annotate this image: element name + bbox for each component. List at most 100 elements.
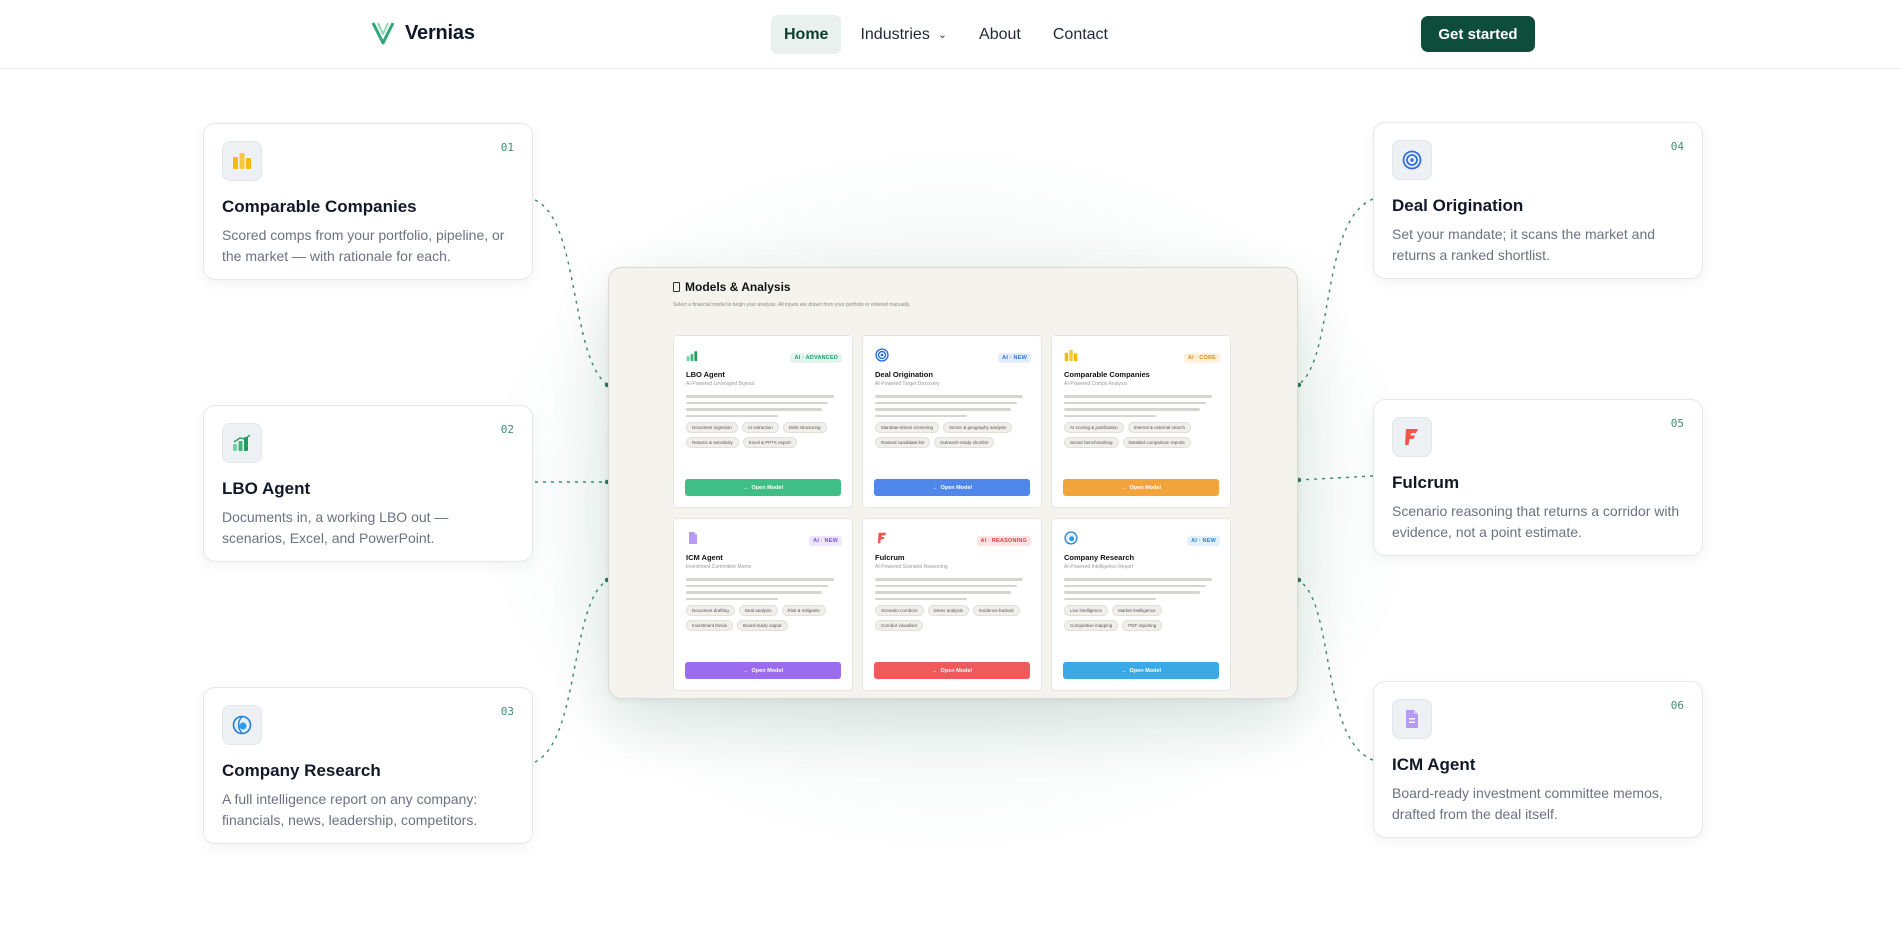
- model-subtitle: Investment Committee Memo: [686, 564, 752, 570]
- feature-title: LBO Agent: [222, 479, 311, 498]
- models-subtitle: Select a financial model to begin your a…: [673, 302, 911, 308]
- feature-number: 05: [1670, 417, 1684, 430]
- open-model-label: Open Model: [940, 667, 972, 674]
- calculator-icon: [673, 282, 680, 292]
- open-model-button[interactable]: → Open Model: [685, 479, 841, 496]
- open-model-button[interactable]: → Open Model: [685, 662, 841, 679]
- feature-card-company-research[interactable]: 03 Company Research A full intelligence …: [203, 687, 533, 844]
- model-badge: AI · NEW: [998, 353, 1031, 363]
- model-tag: Outreach-ready shortlist: [934, 437, 995, 448]
- model-card-company-research[interactable]: AI · NEW Company Research AI-Powered Int…: [1051, 518, 1231, 691]
- document-icon: [686, 531, 700, 545]
- feature-title: Company Research: [222, 761, 381, 780]
- model-tag: Document ingestion: [686, 422, 738, 433]
- feature-card-lbo-agent[interactable]: 02 LBO Agent Documents in, a working LBO…: [203, 405, 533, 562]
- model-tag: Debt structuring: [782, 422, 827, 433]
- feature-card-fulcrum[interactable]: 05 Fulcrum Scenario reasoning that retur…: [1373, 399, 1703, 556]
- model-card-fulcrum[interactable]: AI · REASONING Fulcrum AI-Powered Scenar…: [862, 518, 1042, 691]
- feature-title: Fulcrum: [1392, 473, 1460, 492]
- model-badge: AI · NEW: [1187, 536, 1220, 546]
- bar-chart-icon: [1064, 348, 1078, 362]
- model-title: Fulcrum: [875, 553, 905, 562]
- model-tag: Competitive mapping: [1064, 620, 1119, 631]
- open-model-button[interactable]: → Open Model: [874, 479, 1030, 496]
- feature-title: Deal Origination: [1392, 196, 1524, 215]
- model-badge: AI · CORE: [1183, 353, 1220, 363]
- model-title: LBO Agent: [686, 370, 725, 379]
- model-tag: PDF reporting: [1122, 620, 1163, 631]
- model-title: ICM Agent: [686, 553, 723, 562]
- fulcrum-logo-icon: [875, 531, 889, 545]
- open-model-button[interactable]: → Open Model: [1063, 662, 1219, 679]
- open-model-button[interactable]: → Open Model: [1063, 479, 1219, 496]
- model-subtitle: AI-Powered Intelligence Report: [1064, 564, 1134, 570]
- arrow-right-icon: →: [1121, 667, 1127, 674]
- models-heading: Models & Analysis: [673, 280, 791, 294]
- model-card-icm-agent[interactable]: AI · NEW ICM Agent Investment Committee …: [673, 518, 853, 691]
- model-title: Comparable Companies: [1064, 370, 1150, 379]
- model-description-lines: [1064, 578, 1218, 600]
- bar-chart-icon: [222, 141, 262, 181]
- model-description-lines: [875, 395, 1029, 417]
- feature-number: 01: [500, 141, 514, 154]
- model-tags: Document drafting Deal analysis Risk & mit…: [686, 605, 840, 631]
- model-title: Company Research: [1064, 553, 1135, 562]
- model-tags: AI scoring & justification Internal & ext…: [1064, 422, 1218, 448]
- model-tag: Deal analysis: [738, 605, 778, 616]
- model-title: Deal Origination: [875, 370, 933, 379]
- arrow-right-icon: →: [1121, 484, 1127, 491]
- model-tag: Board-ready output: [737, 620, 788, 631]
- model-badge: AI · NEW: [809, 536, 842, 546]
- model-tag: Sector & geography analysis: [943, 422, 1013, 433]
- feature-card-comparable-companies[interactable]: 01 Comparable Companies Scored comps fro…: [203, 123, 533, 280]
- model-tag: Excel & PPTX export: [742, 437, 797, 448]
- model-badge: AI · REASONING: [976, 536, 1031, 546]
- models-heading-text: Models & Analysis: [685, 280, 791, 294]
- document-icon: [1392, 699, 1432, 739]
- feature-description: Scenario reasoning that returns a corrid…: [1392, 503, 1680, 540]
- model-description-lines: [686, 395, 840, 417]
- feature-number: 03: [500, 705, 514, 718]
- model-subtitle: AI-Powered Scenario Reasoning: [875, 564, 948, 570]
- feature-description: Board-ready investment committee memos, …: [1392, 785, 1663, 822]
- model-tag: Driver analysis: [927, 605, 970, 616]
- model-card-deal-origination[interactable]: AI · NEW Deal Origination AI-Powered Tar…: [862, 335, 1042, 508]
- model-card-grid: AI · ADVANCED LBO Agent AI-Powered Lever…: [673, 335, 1232, 691]
- model-tag: AI scoring & justification: [1064, 422, 1124, 433]
- growth-chart-icon: [686, 348, 700, 362]
- feature-description: Documents in, a working LBO out — scenar…: [222, 509, 449, 546]
- feature-card-icm-agent[interactable]: 06 ICM Agent Board-ready investment comm…: [1373, 681, 1703, 838]
- model-tag: Detailed comparison reports: [1122, 437, 1191, 448]
- open-model-label: Open Model: [751, 667, 783, 674]
- feature-description: Scored comps from your portfolio, pipeli…: [222, 227, 505, 264]
- model-tags: Mandate-driven screening Sector & geograp…: [875, 422, 1029, 448]
- app-screenshot-preview: Models & Analysis Select a financial mod…: [608, 267, 1298, 699]
- model-tag: Evidence-backed: [973, 605, 1020, 616]
- open-model-label: Open Model: [1129, 667, 1161, 674]
- model-tag: Investment thesis: [686, 620, 734, 631]
- model-description-lines: [1064, 395, 1218, 417]
- model-tag: Scenario corridors: [875, 605, 924, 616]
- model-card-comparable-companies[interactable]: AI · CORE Comparable Companies AI-Powere…: [1051, 335, 1231, 508]
- feature-number: 04: [1670, 140, 1684, 153]
- model-tag: AI extraction: [741, 422, 779, 433]
- model-tag: Corridor visualiser: [875, 620, 924, 631]
- model-tag: Live intelligence: [1064, 605, 1109, 616]
- model-tags: Scenario corridors Driver analysis Evidenc…: [875, 605, 1029, 631]
- model-badge: AI · ADVANCED: [790, 353, 842, 363]
- feature-number: 02: [500, 423, 514, 436]
- feature-title: ICM Agent: [1392, 755, 1476, 774]
- arrow-right-icon: →: [932, 667, 938, 674]
- feature-description: A full intelligence report on any compan…: [222, 791, 478, 828]
- feature-description: Set your mandate; it scans the market an…: [1392, 226, 1656, 263]
- model-tag: Market intelligence: [1112, 605, 1162, 616]
- model-tag: Returns & sensitivity: [686, 437, 739, 448]
- model-tag: Risk & mitigants: [781, 605, 826, 616]
- feature-number: 06: [1670, 699, 1684, 712]
- fulcrum-logo-icon: [1392, 417, 1432, 457]
- open-model-button[interactable]: → Open Model: [874, 662, 1030, 679]
- open-model-label: Open Model: [940, 484, 972, 491]
- model-card-lbo-agent[interactable]: AI · ADVANCED LBO Agent AI-Powered Lever…: [673, 335, 853, 508]
- model-tag: Document drafting: [686, 605, 735, 616]
- feature-card-deal-origination[interactable]: 04 Deal Origination Set your mandate; it…: [1373, 122, 1703, 279]
